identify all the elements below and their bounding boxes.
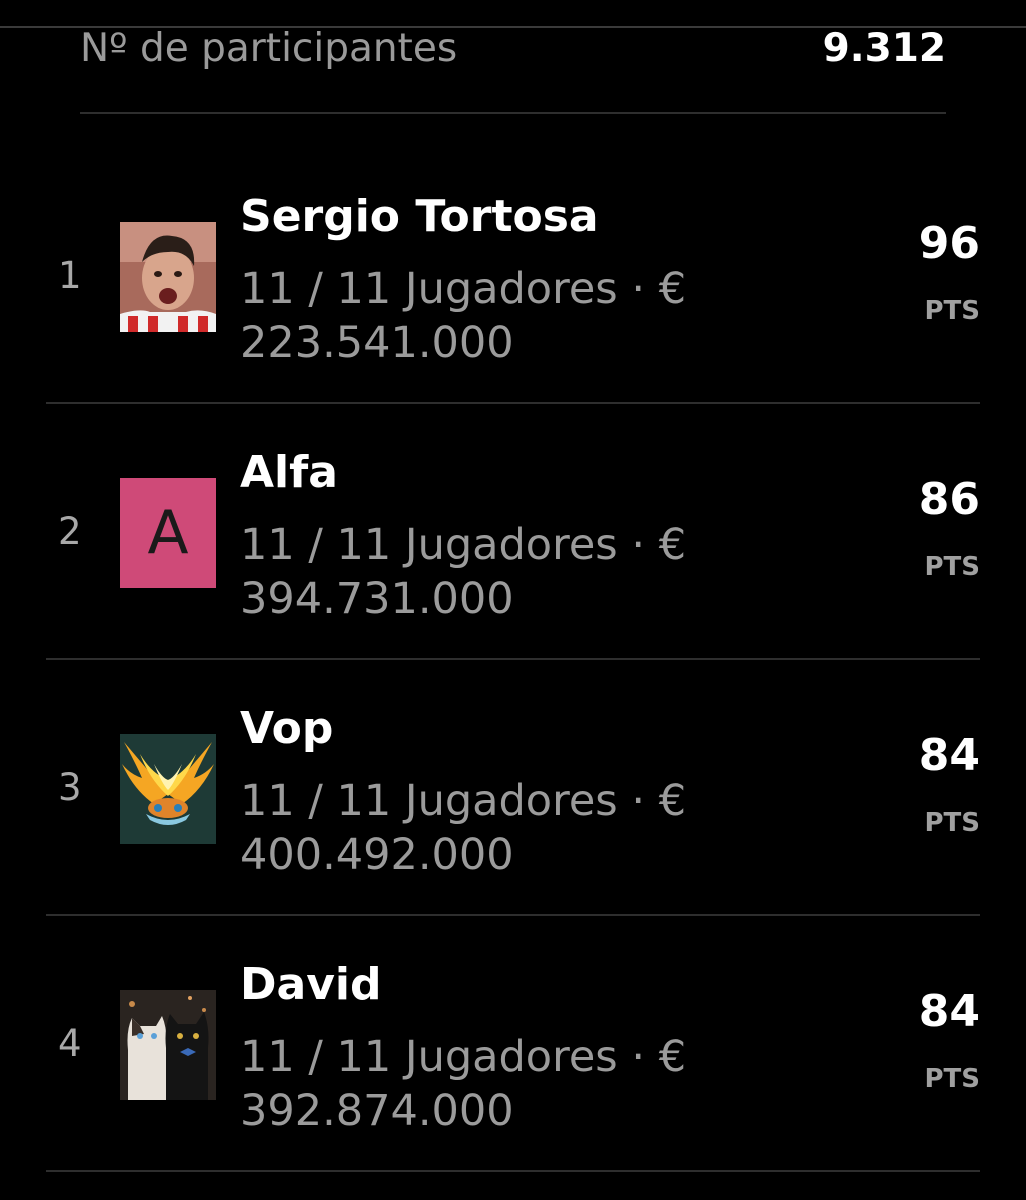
team-name: David bbox=[240, 959, 382, 1010]
avatar-player-photo bbox=[120, 222, 216, 332]
team-points: 84 bbox=[918, 986, 980, 1037]
avatar-flame-creature bbox=[120, 734, 216, 844]
participants-count-row: Nº de participantes 9.312 bbox=[80, 26, 946, 114]
team-details: 11 / 11 Jugadores · € 400.492.000 bbox=[240, 774, 710, 882]
team-players-count: 11 / 11 Jugadores · € bbox=[240, 520, 687, 570]
team-value: 223.541.000 bbox=[240, 318, 514, 368]
rank-position: 2 bbox=[58, 510, 82, 553]
ranking-row[interactable]: 4 David 11 / 11 Jugadores · € 392.874.00… bbox=[46, 916, 980, 1172]
ranking-list: 1 Sergio Tortosa 11 / 11 Jugadores · € 2… bbox=[46, 148, 980, 1172]
team-value: 400.492.000 bbox=[240, 830, 514, 880]
participants-value: 9.312 bbox=[822, 26, 946, 71]
team-points: 84 bbox=[918, 730, 980, 781]
rank-position: 1 bbox=[58, 254, 82, 297]
avatar-letter: A bbox=[120, 478, 216, 588]
ranking-row[interactable]: 3 Vop 11 / 11 Jugadores · € 400.492.000 … bbox=[46, 660, 980, 916]
team-details: 11 / 11 Jugadores · € 394.731.000 bbox=[240, 518, 710, 626]
team-details: 11 / 11 Jugadores · € 223.541.000 bbox=[240, 262, 710, 370]
participants-label: Nº de participantes bbox=[80, 26, 458, 71]
team-details: 11 / 11 Jugadores · € 392.874.000 bbox=[240, 1030, 710, 1138]
team-points: 96 bbox=[918, 218, 980, 269]
rank-position: 4 bbox=[58, 1022, 82, 1065]
team-name: Vop bbox=[240, 703, 334, 754]
ranking-row[interactable]: 2 A Alfa 11 / 11 Jugadores · € 394.731.0… bbox=[46, 404, 980, 660]
team-name: Alfa bbox=[240, 447, 338, 498]
team-value: 392.874.000 bbox=[240, 1086, 514, 1136]
points-unit: PTS bbox=[924, 552, 980, 582]
team-name: Sergio Tortosa bbox=[240, 191, 599, 242]
points-unit: PTS bbox=[924, 1064, 980, 1094]
team-value: 394.731.000 bbox=[240, 574, 514, 624]
team-players-count: 11 / 11 Jugadores · € bbox=[240, 776, 687, 826]
team-points: 86 bbox=[918, 474, 980, 525]
points-unit: PTS bbox=[924, 296, 980, 326]
ranking-row[interactable]: 1 Sergio Tortosa 11 / 11 Jugadores · € 2… bbox=[46, 148, 980, 404]
team-players-count: 11 / 11 Jugadores · € bbox=[240, 264, 687, 314]
participants-divider bbox=[80, 112, 946, 114]
avatar-cats bbox=[120, 990, 216, 1100]
rank-position: 3 bbox=[58, 766, 82, 809]
team-players-count: 11 / 11 Jugadores · € bbox=[240, 1032, 687, 1082]
points-unit: PTS bbox=[924, 808, 980, 838]
